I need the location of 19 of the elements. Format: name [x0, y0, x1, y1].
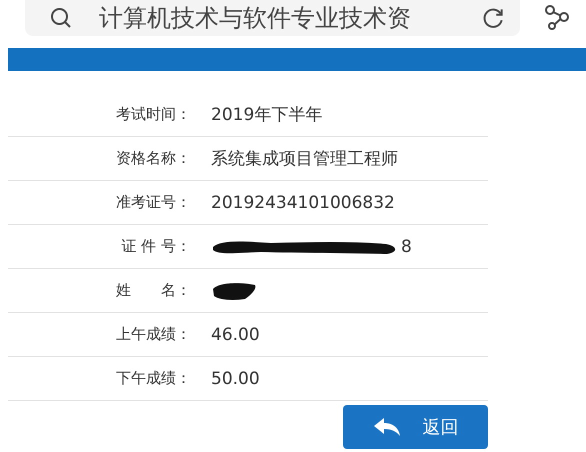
back-arrow-icon: [372, 417, 400, 437]
field-value: 46.00: [211, 324, 260, 344]
field-label: 证 件 号：: [120, 237, 191, 256]
back-button[interactable]: 返回: [343, 405, 488, 449]
field-label: 下午成绩：: [115, 369, 191, 388]
field-label: 考试时间：: [115, 105, 191, 124]
field-value: 系统集成项目管理工程师: [211, 148, 398, 170]
share-icon[interactable]: [544, 4, 570, 30]
field-label: 姓 名：: [115, 281, 191, 300]
field-label: 资格名称：: [115, 149, 191, 168]
field-label: 准考证号：: [115, 193, 191, 212]
field-value: 2019年下半年: [211, 104, 322, 126]
field-label: 上午成绩：: [115, 325, 191, 344]
search-field[interactable]: 计算机技术与软件专业技术资: [25, 0, 520, 36]
redaction-mark: [211, 280, 257, 300]
field-value: 50.00: [211, 368, 260, 388]
search-icon: [49, 6, 73, 30]
field-value: 8: [401, 236, 412, 256]
field-value: 20192434101006832: [211, 192, 395, 212]
